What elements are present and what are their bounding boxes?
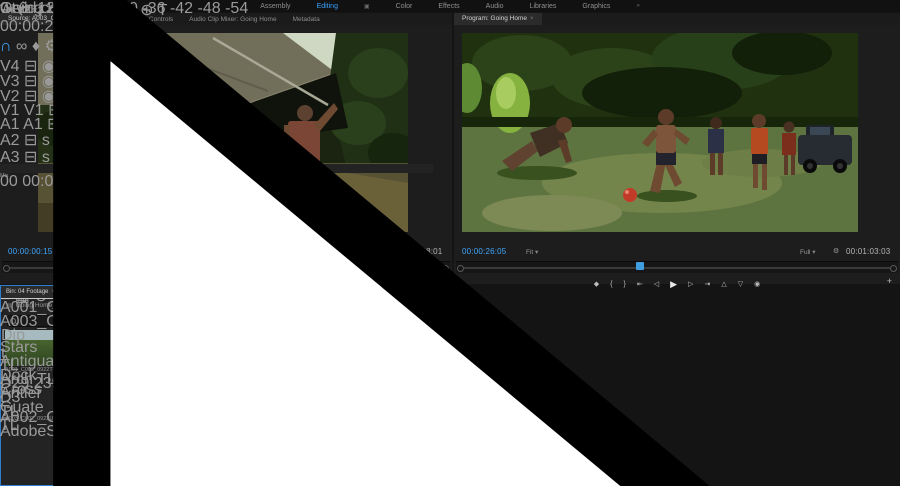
premiere-pro-window: Assembly Editing ▣ Color Effects Audio L… <box>0 0 900 486</box>
mouse-cursor <box>53 0 710 486</box>
